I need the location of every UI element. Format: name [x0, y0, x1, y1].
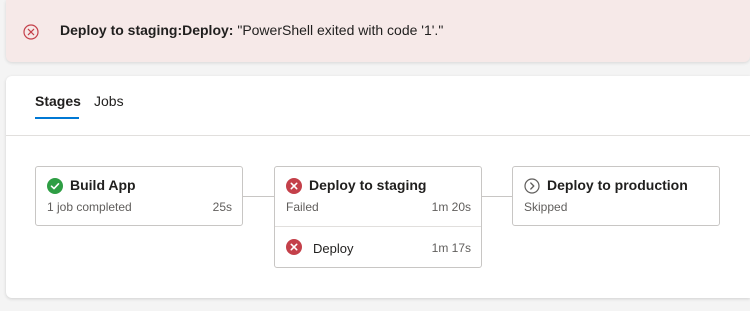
success-check-icon	[47, 178, 63, 194]
skipped-chevron-icon	[524, 178, 540, 194]
error-message-text: "PowerShell exited with code '1'."	[233, 22, 444, 38]
stage-duration: 1m 20s	[431, 200, 471, 214]
tab-jobs[interactable]: Jobs	[94, 93, 124, 109]
stage-card-deploy-to-staging[interactable]: Deploy to staging Failed 1m 20s Deploy 1…	[274, 166, 482, 268]
tab-bar: Stages Jobs	[6, 76, 750, 136]
job-row-deploy[interactable]: Deploy 1m 17s	[275, 226, 481, 268]
error-message-source: Deploy to staging:Deploy:	[60, 22, 234, 38]
stage-card-build-app[interactable]: Build App 1 job completed 25s	[35, 166, 243, 226]
active-tab-indicator	[35, 117, 79, 119]
stage-status-text: Skipped	[524, 200, 568, 214]
stage-connector	[243, 196, 275, 197]
stage-status-text: 1 job completed	[47, 200, 132, 214]
job-duration: 1m 17s	[431, 241, 471, 255]
tab-stages[interactable]: Stages	[35, 93, 81, 109]
failure-x-icon	[286, 178, 302, 194]
stage-connector	[481, 196, 513, 197]
failure-x-icon	[286, 239, 302, 255]
stage-title: Deploy to staging	[309, 177, 427, 193]
error-circle-icon	[23, 24, 39, 40]
stage-title: Deploy to production	[547, 177, 688, 193]
error-message: Deploy to staging:Deploy: "PowerShell ex…	[60, 22, 443, 38]
stage-duration: 25s	[212, 200, 232, 214]
error-banner: Deploy to staging:Deploy: "PowerShell ex…	[6, 0, 750, 62]
stage-title: Build App	[70, 177, 136, 193]
pipeline-panel: Stages Jobs Build App 1 job completed 25…	[6, 76, 750, 298]
stage-card-deploy-to-production[interactable]: Deploy to production Skipped	[512, 166, 720, 226]
job-name: Deploy	[313, 241, 354, 256]
stage-status-text: Failed	[286, 200, 319, 214]
